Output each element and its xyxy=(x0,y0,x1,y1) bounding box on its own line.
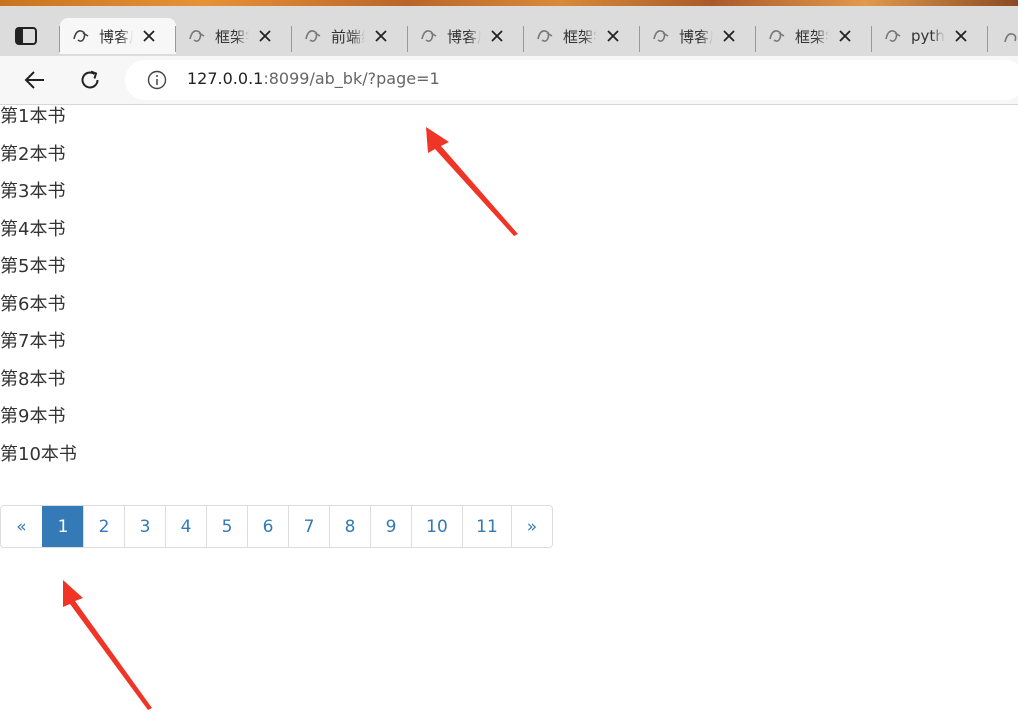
tab-title: 博客后台 xyxy=(447,27,481,46)
close-icon[interactable] xyxy=(835,26,855,46)
tab-1[interactable]: 博客后台 xyxy=(60,18,176,54)
next-page-link[interactable]: » xyxy=(511,506,552,547)
tab-title: python xyxy=(911,27,945,45)
annotation-arrow-icon xyxy=(426,127,518,236)
tab-favicon-icon[interactable] xyxy=(1003,30,1018,48)
reload-icon[interactable] xyxy=(75,65,105,95)
close-icon[interactable] xyxy=(139,26,159,46)
annotation-arrows xyxy=(63,127,518,710)
url-host: 127.0.0.1 xyxy=(187,69,264,88)
tab-7[interactable]: 框架学习 xyxy=(756,18,872,54)
page-link-2[interactable]: 2 xyxy=(83,506,124,547)
page-link-11[interactable]: 11 xyxy=(462,506,511,547)
book-list: 第1本书 第2本书 第3本书 第4本书 第5本书 第6本书 第7本书 第8本书 … xyxy=(0,104,77,479)
page-link-9[interactable]: 9 xyxy=(370,506,411,547)
tab-3[interactable]: 前端练习 xyxy=(292,18,408,54)
tab-favicon-icon xyxy=(769,30,785,42)
url-text[interactable]: 127.0.0.1:8099/ab_bk/?page=1 xyxy=(187,69,440,88)
tab-title: 框架学习 xyxy=(795,27,829,46)
tab-favicon-icon xyxy=(421,30,437,42)
tab-title: 框架学习 xyxy=(215,27,249,46)
prev-page-link[interactable]: « xyxy=(1,506,42,547)
close-icon[interactable] xyxy=(371,26,391,46)
page-link-7[interactable]: 7 xyxy=(288,506,329,547)
list-item: 第10本书 xyxy=(0,443,77,465)
tab-bar: 博客后台 框架学习 前端练习 博客后台 框架学习 博客后台 框架学习 xyxy=(0,6,1018,56)
list-item: 第3本书 xyxy=(0,181,66,202)
close-icon[interactable] xyxy=(487,26,507,46)
tab-2[interactable]: 框架学习 xyxy=(176,18,292,54)
url-path: :8099/ab_bk/?page=1 xyxy=(263,69,440,88)
tab-favicon-icon xyxy=(189,30,205,42)
page-link-8[interactable]: 8 xyxy=(329,506,370,547)
list-item: 第8本书 xyxy=(0,368,66,390)
tab-favicon-icon xyxy=(537,30,553,42)
tab-favicon-icon xyxy=(653,30,669,42)
tab-8[interactable]: python xyxy=(872,18,988,54)
tab-actions-icon[interactable] xyxy=(15,27,37,45)
list-item: 第1本书 xyxy=(0,106,66,127)
info-icon[interactable] xyxy=(147,70,167,90)
close-icon[interactable] xyxy=(951,26,971,46)
page-link-1[interactable]: 1 xyxy=(42,506,83,547)
tab-title: 博客后台 xyxy=(679,27,713,46)
toolbar: 127.0.0.1:8099/ab_bk/?page=1 xyxy=(0,56,1018,105)
tab-6[interactable]: 博客后台 xyxy=(640,18,756,54)
list-item: 第2本书 xyxy=(0,143,66,165)
tab-title: 框架学习 xyxy=(563,27,597,46)
pagination: « 1 2 3 4 5 6 7 8 9 10 11 » xyxy=(0,505,553,548)
list-item: 第4本书 xyxy=(0,218,66,240)
tab-favicon-icon xyxy=(885,30,901,42)
page-link-5[interactable]: 5 xyxy=(206,506,247,547)
tab-separator xyxy=(987,26,988,52)
page-link-6[interactable]: 6 xyxy=(247,506,288,547)
page-link-3[interactable]: 3 xyxy=(124,506,165,547)
list-item: 第6本书 xyxy=(0,293,66,315)
list-item: 第5本书 xyxy=(0,256,66,277)
close-icon[interactable] xyxy=(719,26,739,46)
tab-5[interactable]: 框架学习 xyxy=(524,18,640,54)
tab-title: 博客后台 xyxy=(99,27,133,46)
annotation-arrow-icon xyxy=(63,580,152,710)
close-icon[interactable] xyxy=(603,26,623,46)
page-link-10[interactable]: 10 xyxy=(411,506,462,547)
close-icon[interactable] xyxy=(255,26,275,46)
list-item: 第7本书 xyxy=(0,331,66,352)
tab-favicon-icon xyxy=(73,30,89,42)
tab-favicon-icon xyxy=(305,30,321,42)
page-link-4[interactable]: 4 xyxy=(165,506,206,547)
tab-title: 前端练习 xyxy=(331,27,365,46)
back-arrow-icon[interactable] xyxy=(20,65,50,95)
tab-4[interactable]: 博客后台 xyxy=(408,18,524,54)
address-bar[interactable]: 127.0.0.1:8099/ab_bk/?page=1 xyxy=(125,60,1018,100)
list-item: 第9本书 xyxy=(0,406,66,427)
